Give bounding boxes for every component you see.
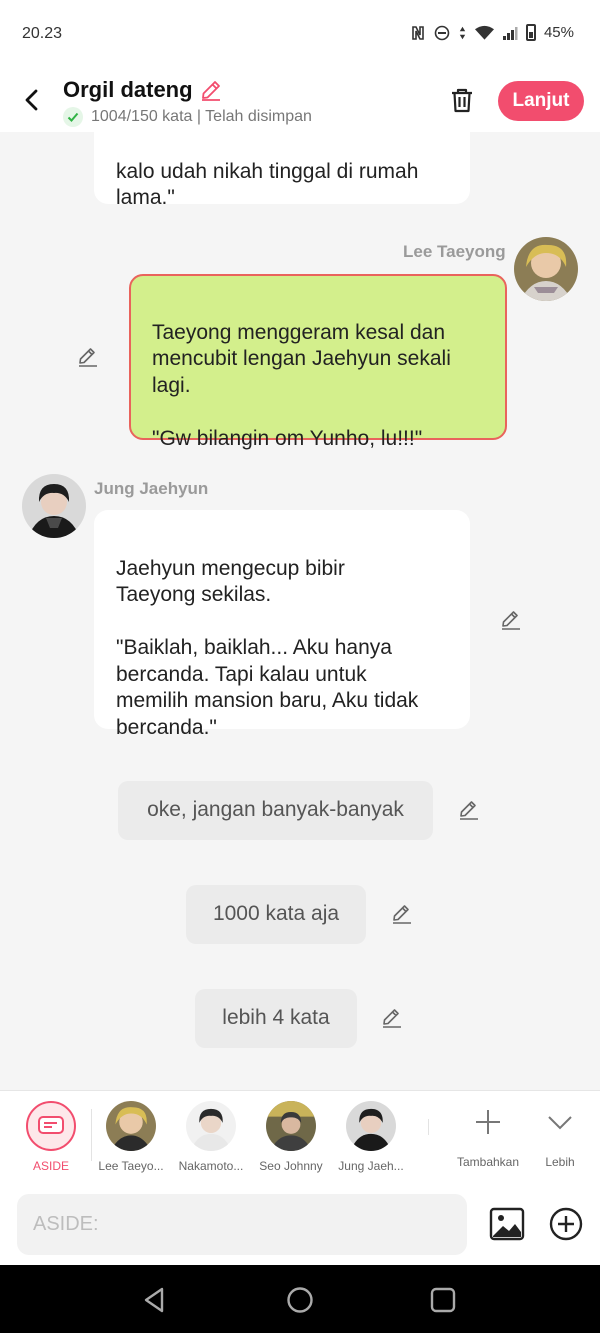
aside-bubble[interactable]: oke, jangan banyak-banyak xyxy=(118,781,433,840)
nav-back-icon[interactable] xyxy=(140,1285,170,1315)
nav-recents-icon[interactable] xyxy=(428,1285,458,1315)
saved-check-icon xyxy=(63,107,83,127)
message-text: Jaehyun mengecup bibir Taeyong sekilas. … xyxy=(116,556,419,739)
edit-message-pencil-icon[interactable] xyxy=(458,799,480,821)
aside-avatar xyxy=(26,1101,76,1151)
editor-header: Orgil dateng 1004/150 kata | Telah disim… xyxy=(0,68,600,132)
more-button[interactable]: Lebih xyxy=(520,1101,600,1169)
character-label: Nakamoto... xyxy=(178,1159,244,1173)
chevron-down-icon xyxy=(548,1116,572,1130)
user-message-bubble[interactable]: Taeyong menggeram kesal dan mencubit len… xyxy=(129,274,507,450)
character-lee-taeyong[interactable]: Lee Taeyo... xyxy=(91,1101,171,1173)
trash-icon[interactable] xyxy=(448,86,476,114)
aside-bubble[interactable]: 1000 kata aja xyxy=(186,885,366,944)
aside-chat-icon xyxy=(38,1116,64,1134)
avatar-lee-taeyong xyxy=(514,237,578,301)
edit-title-pencil-icon[interactable] xyxy=(199,78,223,102)
character-seo-johnny[interactable]: Seo Johnny xyxy=(251,1101,331,1173)
add-circle-icon[interactable] xyxy=(548,1206,584,1242)
aside-input[interactable] xyxy=(17,1194,467,1255)
word-count-text: 1004/150 kata | Telah disimpan xyxy=(91,108,312,125)
nfc-icon xyxy=(412,25,424,40)
image-icon[interactable] xyxy=(489,1206,525,1242)
input-row xyxy=(0,1184,600,1265)
chat-area[interactable]: kalo udah nikah tinggal di rumah lama." … xyxy=(0,132,600,1090)
character-label: Seo Johnny xyxy=(259,1159,323,1173)
avatar xyxy=(266,1101,316,1151)
status-bar: 20.23 45% xyxy=(0,0,600,68)
avatar xyxy=(186,1101,236,1151)
wifi-icon xyxy=(474,25,494,40)
divider xyxy=(428,1119,429,1135)
narration-bubble[interactable]: kalo udah nikah tinggal di rumah lama." xyxy=(94,132,470,209)
character-jung-jaehyun[interactable]: Jung Jaeh... xyxy=(331,1101,411,1173)
edit-message-pencil-icon[interactable] xyxy=(77,346,99,368)
character-label: Jung Jaeh... xyxy=(338,1159,404,1173)
status-icons: 45% xyxy=(410,24,574,41)
edit-message-pencil-icon[interactable] xyxy=(381,1007,403,1029)
avatar-jung-jaehyun xyxy=(22,474,86,538)
back-arrow-icon[interactable] xyxy=(18,86,46,114)
character-message-bubble[interactable]: Jaehyun mengecup bibir Taeyong sekilas. … xyxy=(94,510,470,739)
aside-label: ASIDE xyxy=(32,1159,69,1173)
avatar xyxy=(346,1101,396,1151)
do-not-disturb-icon xyxy=(434,25,450,40)
speaker-name: Lee Taeyong xyxy=(403,242,506,261)
status-time: 20.23 xyxy=(22,25,63,42)
story-title[interactable]: Orgil dateng xyxy=(63,77,223,103)
signal-icon xyxy=(502,26,518,40)
aside-text: lebih 4 kata xyxy=(222,1006,330,1030)
character-selector-bar: ASIDE Lee Taeyo... Nakamoto... Seo Johnn… xyxy=(0,1090,600,1184)
aside-bubble[interactable]: lebih 4 kata xyxy=(195,989,357,1048)
more-label: Lebih xyxy=(545,1155,575,1169)
character-nakamoto[interactable]: Nakamoto... xyxy=(171,1101,251,1173)
edit-message-pencil-icon[interactable] xyxy=(391,903,413,925)
aside-text: oke, jangan banyak-banyak xyxy=(147,798,404,822)
data-arrows-icon xyxy=(459,26,466,39)
speaker-name: Jung Jaehyun xyxy=(94,479,209,498)
battery-percent: 45% xyxy=(543,24,574,41)
system-navigation-bar xyxy=(0,1265,600,1333)
nav-home-icon[interactable] xyxy=(285,1285,315,1315)
avatar xyxy=(106,1101,156,1151)
next-button[interactable]: Lanjut xyxy=(498,81,584,121)
add-character-button[interactable]: Tambahkan xyxy=(448,1101,528,1169)
battery-icon xyxy=(525,24,536,41)
aside-text: 1000 kata aja xyxy=(212,902,340,926)
edit-message-pencil-icon[interactable] xyxy=(500,609,522,631)
story-title-text: Orgil dateng xyxy=(63,77,193,102)
narration-text: kalo udah nikah tinggal di rumah lama." xyxy=(116,159,419,210)
character-label: Lee Taeyo... xyxy=(98,1159,164,1173)
aside-selector[interactable]: ASIDE xyxy=(11,1101,91,1173)
add-label: Tambahkan xyxy=(456,1155,520,1169)
plus-icon xyxy=(476,1110,500,1134)
message-text: Taeyong menggeram kesal dan mencubit len… xyxy=(152,320,451,450)
word-count-status: 1004/150 kata | Telah disimpan xyxy=(63,107,312,127)
